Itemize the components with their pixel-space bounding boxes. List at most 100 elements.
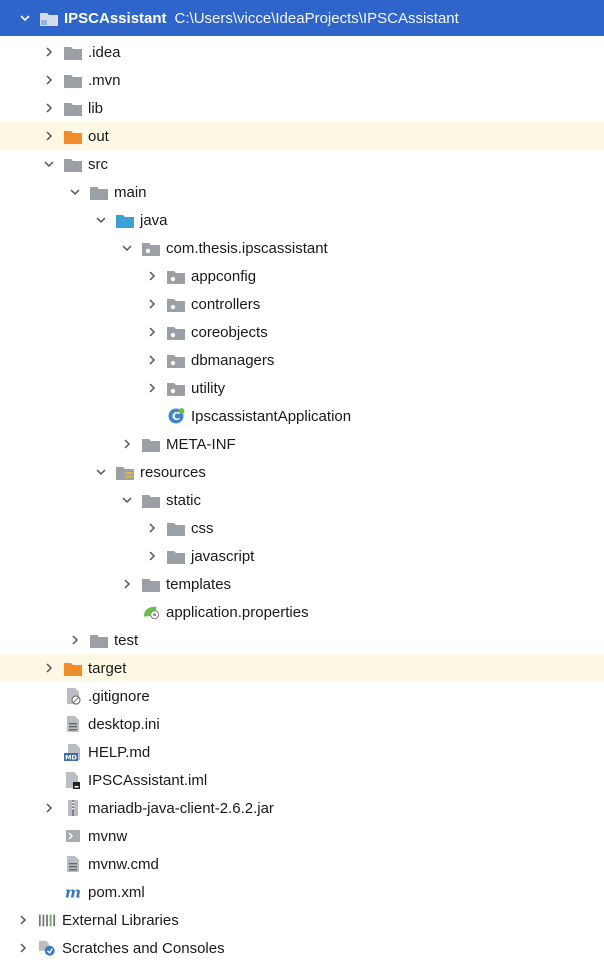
tree-node-dbmanagers[interactable]: dbmanagers — [0, 346, 604, 374]
chevron-down-icon[interactable] — [68, 185, 82, 199]
tree-node-controllers[interactable]: controllers — [0, 290, 604, 318]
tree-label: IPSCAssistant.iml — [88, 771, 208, 789]
folder-icon — [64, 156, 82, 172]
gitignore-file-icon — [64, 688, 82, 705]
tree-node-help-md[interactable]: MD HELP.md — [0, 738, 604, 766]
text-file-icon — [64, 716, 82, 732]
folder-icon — [64, 44, 82, 60]
project-path: C:\Users\vicce\IdeaProjects\IPSCAssistan… — [174, 9, 459, 27]
iml-file-icon — [64, 772, 82, 789]
spring-class-icon: C — [167, 408, 185, 424]
jar-file-icon — [64, 800, 82, 816]
tree-label: .gitignore — [88, 687, 150, 705]
chevron-right-icon[interactable] — [145, 353, 159, 367]
tree-node-resources[interactable]: resources — [0, 458, 604, 486]
tree-node-external-libraries[interactable]: External Libraries — [0, 906, 604, 934]
chevron-down-icon[interactable] — [94, 213, 108, 227]
tree-label: appconfig — [191, 267, 257, 285]
chevron-right-icon[interactable] — [42, 101, 56, 115]
chevron-down-icon[interactable] — [42, 157, 56, 171]
resources-folder-icon — [116, 464, 134, 480]
folder-icon — [142, 492, 160, 508]
tree-node-project-root[interactable]: IPSCAssistant C:\Users\vicce\IdeaProject… — [0, 0, 604, 36]
shell-file-icon — [64, 828, 82, 844]
tree-node-application-properties[interactable]: application.properties — [0, 598, 604, 626]
tree-label: lib — [88, 99, 104, 117]
chevron-right-icon[interactable] — [145, 297, 159, 311]
tree-label: utility — [191, 379, 226, 397]
chevron-right-icon[interactable] — [145, 549, 159, 563]
tree-label: css — [191, 519, 214, 537]
scratches-icon — [38, 940, 56, 956]
tree-node-main[interactable]: main — [0, 178, 604, 206]
chevron-right-icon[interactable] — [145, 325, 159, 339]
chevron-right-icon[interactable] — [42, 73, 56, 87]
package-icon — [167, 352, 185, 368]
chevron-right-icon[interactable] — [120, 577, 134, 591]
tree-node-iml[interactable]: IPSCAssistant.iml — [0, 766, 604, 794]
chevron-right-icon[interactable] — [145, 521, 159, 535]
chevron-right-icon[interactable] — [16, 941, 30, 955]
tree-node-mvnw[interactable]: mvnw — [0, 822, 604, 850]
tree-node-src[interactable]: src — [0, 150, 604, 178]
tree-node-mariadb-jar[interactable]: mariadb-java-client-2.6.2.jar — [0, 794, 604, 822]
tree-node-lib[interactable]: lib — [0, 94, 604, 122]
tree-node-static[interactable]: static — [0, 486, 604, 514]
tree-label: java — [140, 211, 168, 229]
tree-node-javascript[interactable]: javascript — [0, 542, 604, 570]
tree-node-java[interactable]: java — [0, 206, 604, 234]
folder-icon — [142, 576, 160, 592]
tree-label: src — [88, 155, 108, 173]
excluded-folder-icon — [64, 660, 82, 676]
chevron-right-icon[interactable] — [16, 913, 30, 927]
tree-node-mvnw-cmd[interactable]: mvnw.cmd — [0, 850, 604, 878]
chevron-right-icon[interactable] — [42, 45, 56, 59]
markdown-file-icon: MD — [64, 744, 82, 762]
tree-label: main — [114, 183, 147, 201]
chevron-down-icon[interactable] — [120, 493, 134, 507]
chevron-right-icon[interactable] — [145, 381, 159, 395]
tree-node-appconfig[interactable]: appconfig — [0, 262, 604, 290]
tree-node-target[interactable]: target — [0, 654, 604, 682]
project-tree: IPSCAssistant C:\Users\vicce\IdeaProject… — [0, 0, 604, 957]
package-icon — [142, 240, 160, 256]
tree-label: mvnw.cmd — [88, 855, 159, 873]
tree-label: pom.xml — [88, 883, 145, 901]
tree-label: application.properties — [166, 603, 309, 621]
folder-icon — [90, 632, 108, 648]
tree-node-application-class[interactable]: C IpscassistantApplication — [0, 402, 604, 430]
chevron-right-icon[interactable] — [42, 661, 56, 675]
tree-label: resources — [140, 463, 206, 481]
tree-node-gitignore[interactable]: .gitignore — [0, 682, 604, 710]
chevron-down-icon[interactable] — [120, 241, 134, 255]
tree-node-desktop-ini[interactable]: desktop.ini — [0, 710, 604, 738]
tree-node-scratches[interactable]: Scratches and Consoles — [0, 934, 604, 962]
tree-label: Scratches and Consoles — [62, 939, 225, 957]
tree-node-pom-xml[interactable]: m pom.xml — [0, 878, 604, 906]
chevron-right-icon[interactable] — [145, 269, 159, 283]
tree-node-coreobjects[interactable]: coreobjects — [0, 318, 604, 346]
folder-icon — [167, 548, 185, 564]
svg-text:MD: MD — [65, 754, 77, 762]
folder-icon — [142, 436, 160, 452]
chevron-right-icon[interactable] — [68, 633, 82, 647]
folder-icon — [167, 520, 185, 536]
chevron-right-icon[interactable] — [120, 437, 134, 451]
tree-node-mvn[interactable]: .mvn — [0, 66, 604, 94]
chevron-down-icon[interactable] — [94, 465, 108, 479]
tree-node-out[interactable]: out — [0, 122, 604, 150]
tree-node-meta-inf[interactable]: META-INF — [0, 430, 604, 458]
chevron-right-icon[interactable] — [42, 801, 56, 815]
chevron-down-icon[interactable] — [18, 11, 32, 25]
tree-node-css[interactable]: css — [0, 514, 604, 542]
tree-node-package-root[interactable]: com.thesis.ipscassistant — [0, 234, 604, 262]
package-icon — [167, 268, 185, 284]
tree-node-templates[interactable]: templates — [0, 570, 604, 598]
tree-label: controllers — [191, 295, 261, 313]
tree-node-test[interactable]: test — [0, 626, 604, 654]
folder-icon — [90, 184, 108, 200]
tree-node-idea[interactable]: .idea — [0, 38, 604, 66]
tree-label: templates — [166, 575, 232, 593]
tree-node-utility[interactable]: utility — [0, 374, 604, 402]
chevron-right-icon[interactable] — [42, 129, 56, 143]
